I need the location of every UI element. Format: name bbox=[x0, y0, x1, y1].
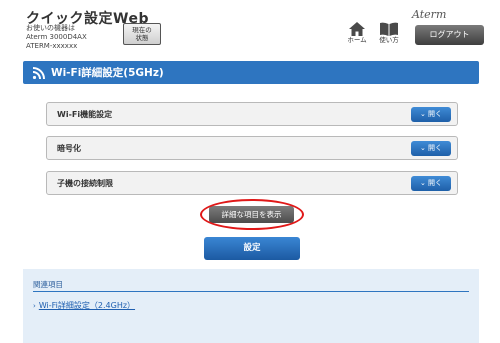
home-button[interactable]: ホーム bbox=[344, 22, 370, 48]
wifi-icon bbox=[32, 67, 45, 79]
related-items-panel: 関連項目 › Wi-Fi詳細設定（2.4GHz） bbox=[23, 269, 479, 343]
accordion-label: 暗号化 bbox=[57, 144, 81, 153]
section-title: Wi-Fi詳細設定(5GHz) bbox=[51, 67, 164, 79]
related-title: 関連項目 bbox=[33, 280, 63, 289]
device-model: Aterm 3000D4AX bbox=[26, 33, 87, 41]
open-button[interactable]: ⌄ 開く bbox=[411, 107, 451, 122]
home-icon bbox=[349, 22, 365, 36]
device-line: お使いの機器は bbox=[26, 24, 75, 32]
related-link-2-4ghz[interactable]: › Wi-Fi詳細設定（2.4GHz） bbox=[33, 300, 135, 311]
arrow-right-icon: › bbox=[33, 302, 36, 310]
section-title-bar: Wi-Fi詳細設定(5GHz) bbox=[23, 61, 479, 84]
manual-label: 使い方 bbox=[379, 36, 399, 44]
accordion-client-restriction[interactable]: 子機の接続制限 ⌄ 開く bbox=[46, 171, 458, 195]
accordion-wifi-function[interactable]: Wi-Fi機能設定 ⌄ 開く bbox=[46, 102, 458, 126]
open-button[interactable]: ⌄ 開く bbox=[411, 141, 451, 156]
chevron-down-icon: ⌄ bbox=[419, 110, 426, 118]
home-label: ホーム bbox=[347, 36, 367, 44]
highlight-ring bbox=[200, 199, 304, 230]
chevron-down-icon: ⌄ bbox=[419, 144, 426, 152]
manual-button[interactable]: 使い方 bbox=[376, 22, 402, 48]
aterm-logo: Aterm bbox=[412, 8, 447, 21]
header: クイック設定Web お使いの機器は Aterm 3000D4AX ATERM-x… bbox=[0, 0, 500, 54]
open-button[interactable]: ⌄ 開く bbox=[411, 176, 451, 191]
related-divider bbox=[33, 291, 469, 292]
logout-button[interactable]: ログアウト bbox=[415, 25, 484, 45]
chevron-down-icon: ⌄ bbox=[419, 179, 426, 187]
current-status-button[interactable]: 現在の 状態 bbox=[123, 23, 161, 45]
accordion-label: 子機の接続制限 bbox=[57, 179, 113, 188]
accordion-encryption[interactable]: 暗号化 ⌄ 開く bbox=[46, 136, 458, 160]
device-info: お使いの機器は Aterm 3000D4AX ATERM-xxxxxx bbox=[26, 24, 87, 51]
accordion-label: Wi-Fi機能設定 bbox=[57, 110, 113, 119]
submit-button[interactable]: 設定 bbox=[204, 237, 300, 260]
book-icon bbox=[380, 22, 398, 36]
device-name: ATERM-xxxxxx bbox=[26, 42, 78, 50]
